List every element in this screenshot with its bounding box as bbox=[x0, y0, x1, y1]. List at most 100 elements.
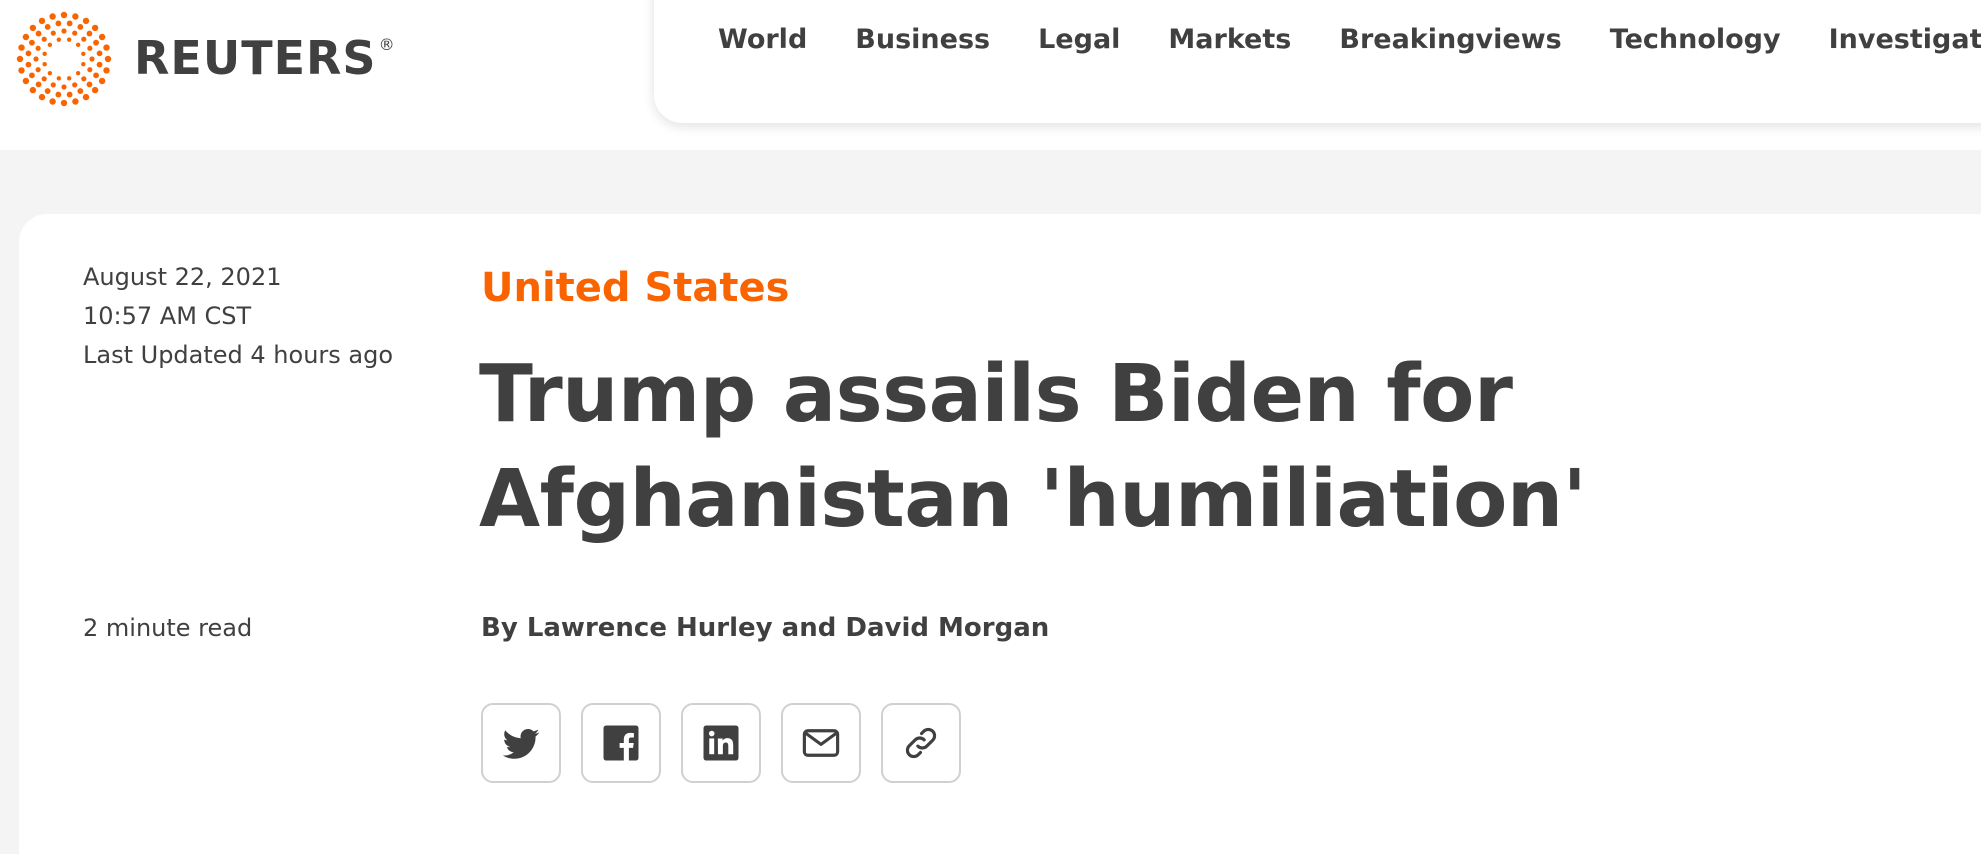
logo-dot bbox=[87, 45, 93, 51]
nav-item-markets[interactable]: Markets bbox=[1168, 24, 1291, 55]
logo-dot bbox=[75, 70, 81, 76]
article-meta: August 22, 2021 10:57 AM CST Last Update… bbox=[83, 258, 393, 375]
logo-dot bbox=[93, 72, 99, 79]
share-bar bbox=[481, 703, 981, 783]
logo-dot bbox=[50, 82, 56, 88]
logo-dot bbox=[22, 77, 30, 85]
logo-dot bbox=[29, 24, 37, 32]
logo-dot bbox=[42, 51, 47, 57]
logo-dot bbox=[104, 55, 112, 63]
logo-dot bbox=[33, 56, 39, 62]
share-linkedin-button[interactable] bbox=[681, 703, 761, 783]
logo-dot bbox=[81, 36, 87, 42]
logo-dot bbox=[55, 91, 62, 98]
logo-dot bbox=[87, 67, 93, 73]
logo-dot bbox=[16, 55, 24, 63]
logo-dot bbox=[60, 11, 68, 19]
logo-dot bbox=[98, 77, 106, 85]
email-icon bbox=[802, 729, 840, 757]
section-link[interactable]: United States bbox=[481, 265, 789, 311]
logo-dot bbox=[96, 61, 103, 68]
logo-dot bbox=[41, 76, 47, 82]
logo-dot bbox=[41, 36, 47, 42]
linkedin-icon bbox=[703, 725, 739, 761]
logo-dot bbox=[91, 86, 99, 94]
logo-dot bbox=[38, 93, 46, 101]
nav-item-technology[interactable]: Technology bbox=[1610, 24, 1781, 55]
logo-dot bbox=[22, 33, 30, 41]
article-headline: Trump assails Biden for Afghanistan 'hum… bbox=[479, 348, 1587, 545]
facebook-icon bbox=[603, 725, 639, 761]
logo-dot bbox=[81, 51, 86, 57]
logo-dot bbox=[35, 45, 41, 51]
nav-item-investigations[interactable]: Investigations bbox=[1829, 24, 1981, 55]
logo-dot bbox=[66, 76, 72, 81]
reuters-dot-ring-icon bbox=[16, 11, 112, 107]
nav-item-business[interactable]: Business bbox=[855, 24, 990, 55]
logo-dot bbox=[25, 61, 32, 68]
logo-dot bbox=[96, 50, 103, 57]
logo-dot bbox=[89, 56, 95, 62]
logo-dot bbox=[38, 17, 46, 25]
nav-item-breakingviews[interactable]: Breakingviews bbox=[1339, 24, 1561, 55]
logo-dot bbox=[72, 30, 78, 36]
reuters-logo[interactable]: REUTERS ® bbox=[16, 11, 396, 107]
logo-dot bbox=[82, 17, 90, 25]
logo-dot bbox=[42, 61, 47, 67]
logo-dot bbox=[86, 30, 93, 37]
logo-dot bbox=[47, 42, 53, 48]
logo-dot bbox=[66, 91, 73, 98]
logo-dot bbox=[66, 37, 72, 42]
main-navigation: World Business Legal Markets Breakingvie… bbox=[654, 0, 1981, 123]
logo-dot bbox=[103, 67, 110, 74]
share-email-button[interactable] bbox=[781, 703, 861, 783]
logo-dot bbox=[56, 37, 62, 42]
logo-dot bbox=[82, 93, 90, 101]
logo-dot bbox=[44, 24, 51, 30]
logo-dot bbox=[66, 20, 73, 27]
logo-dot bbox=[93, 39, 99, 46]
logo-dot bbox=[25, 50, 32, 57]
logo-dot bbox=[49, 13, 56, 20]
logo-dot bbox=[72, 82, 78, 88]
logo-dot bbox=[81, 61, 86, 67]
logo-dot bbox=[77, 88, 84, 94]
logo-dot bbox=[61, 84, 67, 90]
logo-dot bbox=[29, 72, 35, 79]
share-twitter-button[interactable] bbox=[481, 703, 561, 783]
logo-dot bbox=[98, 33, 106, 41]
logo-dot bbox=[29, 39, 35, 46]
logo-dot bbox=[55, 20, 62, 27]
logo-dot bbox=[81, 76, 87, 82]
logo-dot bbox=[18, 67, 25, 74]
logo-dot bbox=[91, 24, 99, 32]
logo-dot bbox=[44, 88, 51, 94]
nav-item-legal[interactable]: Legal bbox=[1038, 24, 1120, 55]
logo-dot bbox=[50, 30, 56, 36]
nav-item-world[interactable]: World bbox=[718, 24, 807, 55]
twitter-icon bbox=[502, 729, 540, 759]
share-facebook-button[interactable] bbox=[581, 703, 661, 783]
copy-link-button[interactable] bbox=[881, 703, 961, 783]
logo-dot bbox=[49, 98, 56, 105]
last-updated: Last Updated 4 hours ago bbox=[83, 341, 394, 369]
article-card: August 22, 2021 10:57 AM CST Last Update… bbox=[19, 214, 1981, 854]
logo-dot bbox=[86, 81, 93, 88]
link-icon bbox=[905, 727, 937, 759]
logo-dot bbox=[60, 99, 68, 107]
logo-dot bbox=[61, 28, 67, 34]
registered-mark: ® bbox=[378, 35, 396, 54]
logo-dot bbox=[72, 13, 79, 20]
logo-dot bbox=[35, 30, 42, 37]
logo-dot bbox=[35, 81, 42, 88]
logo-dot bbox=[47, 70, 53, 76]
nav-list: World Business Legal Markets Breakingvie… bbox=[718, 24, 1981, 55]
logo-dot bbox=[103, 44, 110, 51]
logo-dot bbox=[75, 42, 81, 48]
logo-dot bbox=[72, 98, 79, 105]
logo-dot bbox=[18, 44, 25, 51]
logo-dot bbox=[77, 24, 84, 30]
logo-dot bbox=[29, 86, 37, 94]
read-time: 2 minute read bbox=[83, 614, 253, 642]
publish-date: August 22, 2021 bbox=[83, 263, 282, 291]
